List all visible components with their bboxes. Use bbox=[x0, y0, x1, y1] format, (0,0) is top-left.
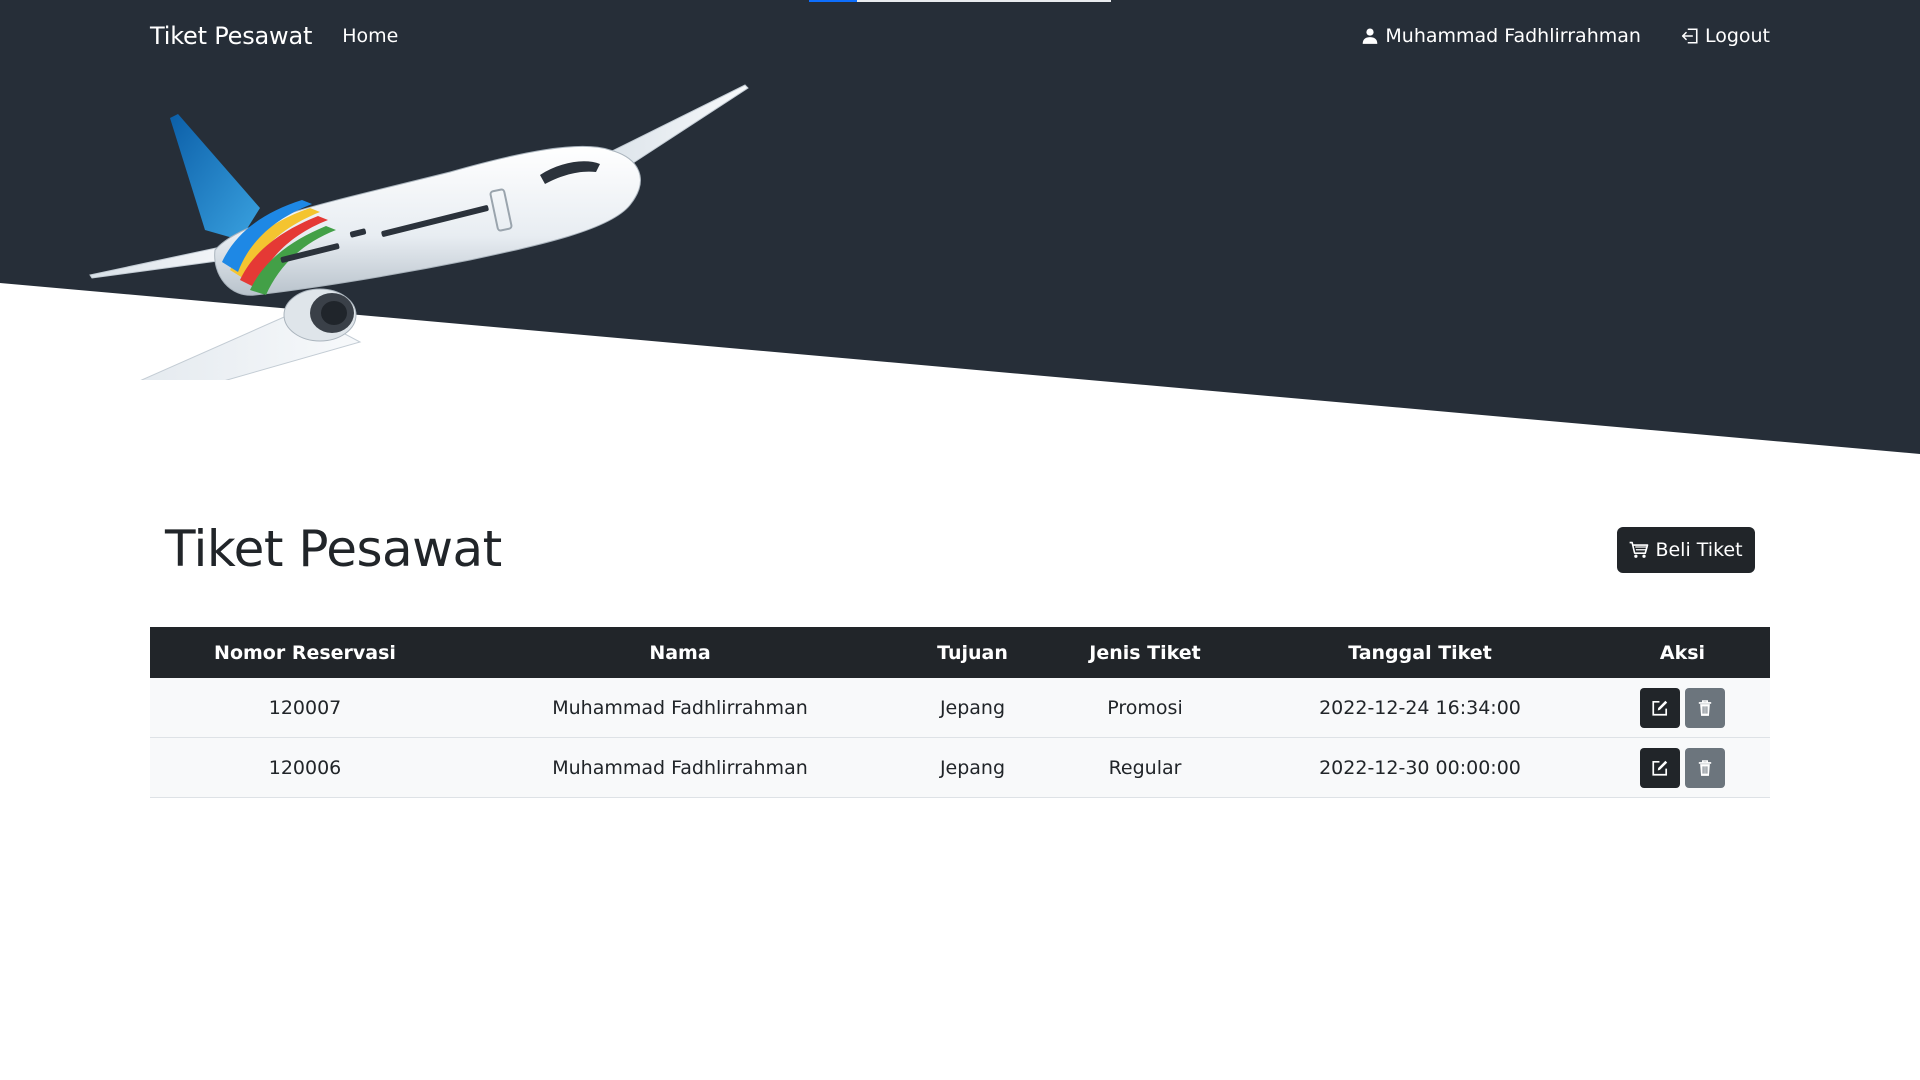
cell-nama: Muhammad Fadhlirrahman bbox=[460, 678, 900, 738]
buy-ticket-button[interactable]: Beli Tiket bbox=[1617, 527, 1755, 573]
airplane-illustration bbox=[89, 84, 749, 380]
tickets-table: Nomor Reservasi Nama Tujuan Jenis Tiket … bbox=[150, 627, 1770, 798]
edit-icon bbox=[1652, 760, 1668, 776]
header-nama: Nama bbox=[460, 627, 900, 678]
cell-tujuan: Jepang bbox=[900, 737, 1045, 798]
edit-button[interactable] bbox=[1640, 687, 1680, 728]
table-row: 120007 Muhammad Fadhlirrahman Jepang Pro… bbox=[150, 678, 1770, 738]
header-jenis-tiket: Jenis Tiket bbox=[1045, 627, 1245, 678]
cell-jenis-tiket: Regular bbox=[1045, 737, 1245, 798]
delete-button[interactable] bbox=[1685, 747, 1725, 788]
trash-icon bbox=[1698, 699, 1712, 716]
nav-user-name: Muhammad Fadhlirrahman bbox=[1385, 25, 1641, 47]
delete-button[interactable] bbox=[1685, 687, 1725, 728]
nav-user-link[interactable]: Muhammad Fadhlirrahman bbox=[1361, 25, 1641, 47]
row-actions bbox=[1595, 747, 1770, 788]
nav-logout-link[interactable]: Logout bbox=[1681, 25, 1770, 47]
navbar: Tiket Pesawat Home Muhammad Fadhlirrahma… bbox=[150, 0, 1770, 72]
page-title: Tiket Pesawat bbox=[165, 520, 502, 578]
header-tujuan: Tujuan bbox=[900, 627, 1045, 678]
cell-nomor-reservasi: 120007 bbox=[150, 678, 460, 738]
cell-jenis-tiket: Promosi bbox=[1045, 678, 1245, 738]
table-row: 120006 Muhammad Fadhlirrahman Jepang Reg… bbox=[150, 737, 1770, 798]
table-header-row: Nomor Reservasi Nama Tujuan Jenis Tiket … bbox=[150, 627, 1770, 678]
page: Tiket Pesawat Home Muhammad Fadhlirrahma… bbox=[0, 0, 1920, 1080]
navbar-brand[interactable]: Tiket Pesawat bbox=[150, 22, 312, 50]
logout-icon bbox=[1681, 28, 1698, 44]
row-actions bbox=[1595, 687, 1770, 728]
buy-ticket-label: Beli Tiket bbox=[1655, 539, 1743, 561]
cell-tanggal-tiket: 2022-12-24 16:34:00 bbox=[1245, 678, 1595, 738]
header-nomor-reservasi: Nomor Reservasi bbox=[150, 627, 460, 678]
cell-aksi bbox=[1595, 678, 1770, 738]
person-icon bbox=[1363, 28, 1378, 44]
cell-aksi bbox=[1595, 737, 1770, 798]
navbar-right: Muhammad Fadhlirrahman Logout bbox=[1361, 25, 1770, 47]
cart-icon bbox=[1630, 541, 1649, 558]
edit-icon bbox=[1652, 700, 1668, 716]
edit-button[interactable] bbox=[1640, 747, 1680, 788]
header-tanggal-tiket: Tanggal Tiket bbox=[1245, 627, 1595, 678]
cell-tanggal-tiket: 2022-12-30 00:00:00 bbox=[1245, 737, 1595, 798]
nav-logout-label: Logout bbox=[1704, 25, 1770, 47]
cell-tujuan: Jepang bbox=[900, 678, 1045, 738]
cell-nomor-reservasi: 120006 bbox=[150, 737, 460, 798]
cell-nama: Muhammad Fadhlirrahman bbox=[460, 737, 900, 798]
trash-icon bbox=[1698, 759, 1712, 776]
nav-home-link[interactable]: Home bbox=[342, 25, 398, 47]
header-aksi: Aksi bbox=[1595, 627, 1770, 678]
